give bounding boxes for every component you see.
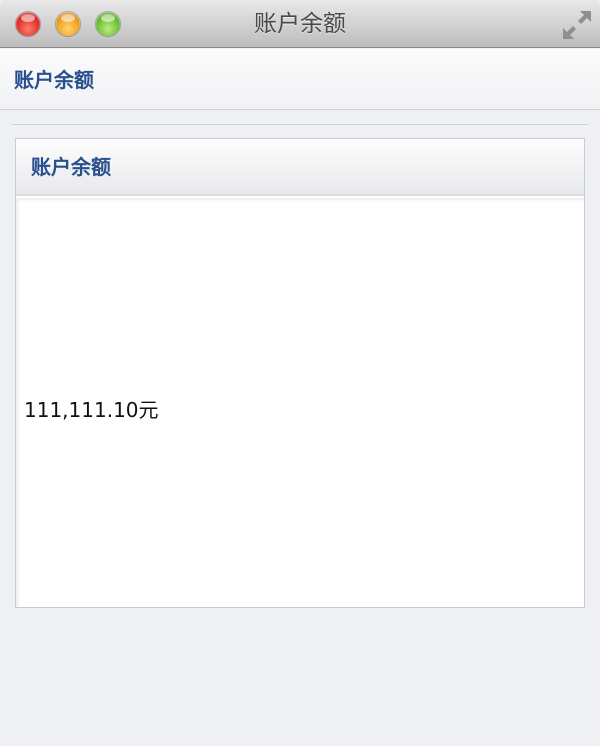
page-title: 账户余额	[14, 68, 94, 92]
title-bar[interactable]: 账户余额	[0, 0, 600, 48]
panel-header: 账户余额	[16, 139, 584, 196]
page-header: 账户余额	[0, 49, 600, 110]
fullscreen-arrows-icon[interactable]	[562, 10, 592, 40]
panel-body: 111,111.10元	[16, 198, 584, 607]
balance-panel: 账户余额 111,111.10元	[15, 138, 585, 608]
window-title: 账户余额	[254, 11, 346, 37]
divider	[12, 124, 588, 125]
app-window: 账户余额 账户余额 账户余额 111,111.10元	[0, 0, 600, 746]
panel-title: 账户余额	[31, 155, 111, 179]
balance-value: 111,111.10元	[24, 398, 159, 422]
